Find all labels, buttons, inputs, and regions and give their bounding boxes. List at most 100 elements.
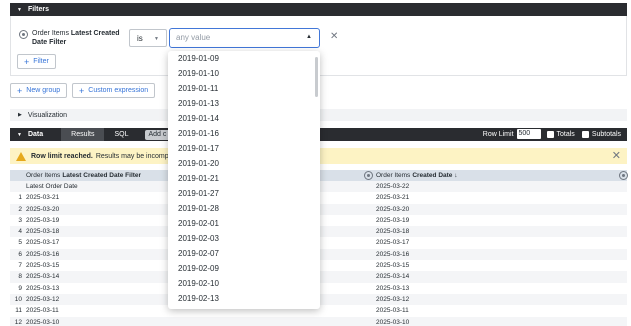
table-cell: 2025-03-17 <box>376 239 410 247</box>
row-number: 8 <box>18 273 22 281</box>
dropdown-option[interactable]: 2019-02-09 <box>168 261 320 276</box>
row-number: 12 <box>14 318 22 326</box>
table-cell: 2025-03-20 <box>26 205 60 213</box>
column-header-created[interactable]: Order Items Created Date ↓ <box>376 170 457 181</box>
row-number: 11 <box>15 307 22 315</box>
row-limit-label: Row Limit <box>482 130 514 138</box>
add-filter-label: Filter <box>33 58 49 65</box>
totals-checkbox[interactable] <box>546 130 554 138</box>
operator-value: is <box>137 34 143 43</box>
column-header-latest[interactable]: Order Items Latest Created Date Filter <box>26 170 141 181</box>
dropdown-option[interactable]: 2019-01-28 <box>168 201 320 216</box>
dropdown-option[interactable]: 2019-02-13 <box>168 291 320 306</box>
table-cell: 2025-03-12 <box>26 295 60 303</box>
collapse-triangle-icon[interactable]: ▼ <box>17 132 22 138</box>
plus-icon: + <box>17 85 23 96</box>
table-cell: 2025-03-21 <box>26 194 60 202</box>
operator-select[interactable]: is ▼ <box>129 29 167 47</box>
dropdown-scrollbar[interactable] <box>315 57 318 97</box>
table-cell: 2025-03-16 <box>26 250 60 258</box>
subtotals-checkbox[interactable] <box>581 130 589 138</box>
row-number <box>10 181 24 192</box>
row-numbers: 1 2 3 4 5 6 7 8 9 10 11 12 13 <box>10 181 24 326</box>
row-number: 5 <box>18 239 22 247</box>
table-cell: 2025-03-11 <box>376 307 409 315</box>
filter-value-placeholder: any value <box>176 33 211 42</box>
dropdown-option[interactable]: 2019-01-09 <box>168 51 320 66</box>
dropdown-option[interactable]: 2019-02-01 <box>168 216 320 231</box>
table-cell: 2025-03-10 <box>26 318 60 326</box>
plus-icon: + <box>79 85 85 96</box>
row-number: 7 <box>18 262 22 270</box>
custom-expression-button[interactable]: + Custom expression <box>72 83 156 98</box>
dropdown-option[interactable]: 2019-02-03 <box>168 231 320 246</box>
table-cell: 2025-03-11 <box>26 307 59 315</box>
data-title: Data <box>27 131 44 138</box>
warning-bold-text: Row limit reached. <box>31 152 93 160</box>
col2-prefix: Order Items <box>376 172 411 179</box>
new-group-label: New group <box>26 87 61 94</box>
dropdown-option[interactable]: 2019-01-10 <box>168 66 320 81</box>
filters-title: Filters <box>27 6 49 13</box>
table-cell: 2025-03-16 <box>376 250 410 258</box>
row-limit-controls: Row Limit 500 Totals Subtotals <box>483 129 621 139</box>
gear-icon[interactable] <box>364 171 373 180</box>
filter-field-label: Order Items Latest Created Date Filter <box>32 29 122 47</box>
table-cell: 2025-03-18 <box>26 228 60 236</box>
collapse-triangle-icon: ▼ <box>17 6 22 13</box>
custom-expression-label: Custom expression <box>88 87 149 94</box>
table-cell: Latest Order Date <box>26 183 78 190</box>
row-number: 2 <box>18 205 22 213</box>
dropdown-option[interactable]: 2019-01-21 <box>168 171 320 186</box>
table-cell: 2025-03-13 <box>26 284 60 292</box>
dropdown-option[interactable]: 2019-01-27 <box>168 186 320 201</box>
tab-sql[interactable]: SQL <box>104 128 138 141</box>
table-cell: 2025-03-14 <box>26 273 60 281</box>
subtotals-label: Subtotals <box>591 130 621 138</box>
col1-prefix: Order Items <box>26 172 61 179</box>
chevron-up-icon: ▲ <box>306 34 312 40</box>
row-number: 9 <box>18 284 22 292</box>
totals-label: Totals <box>556 130 575 138</box>
dropdown-option[interactable]: 2019-02-10 <box>168 276 320 291</box>
table-cell: 2025-03-19 <box>26 216 60 224</box>
close-icon[interactable]: ✕ <box>612 149 621 162</box>
row-number: 3 <box>18 216 22 224</box>
remove-filter-icon[interactable]: ✕ <box>330 31 338 42</box>
table-cell: 2025-03-10 <box>376 318 410 326</box>
dropdown-option[interactable]: 2019-01-13 <box>168 96 320 111</box>
tab-results[interactable]: Results <box>61 128 105 141</box>
dropdown-option[interactable]: 2019-01-11 <box>168 81 320 96</box>
table-cell: 2025-03-15 <box>26 262 60 270</box>
filter-value-dropdown: 2019-01-09 2019-01-10 2019-01-11 2019-01… <box>168 51 320 309</box>
row-limit-input[interactable]: 500 <box>516 129 541 139</box>
table-cell: 2025-03-19 <box>376 216 410 224</box>
row-number: 10 <box>14 295 22 303</box>
column-latest-values: Latest Order Date 2025-03-21 2025-03-20 … <box>26 181 78 326</box>
row-number: 6 <box>18 250 22 258</box>
table-cell: 2025-03-13 <box>376 284 410 292</box>
row-number: 1 <box>18 194 22 202</box>
add-calculation-button[interactable]: Add c <box>144 129 171 140</box>
gear-icon[interactable] <box>19 30 28 39</box>
dropdown-option[interactable]: 2019-01-17 <box>168 141 320 156</box>
table-cell: 2025-03-20 <box>376 205 410 213</box>
dropdown-option[interactable]: 2019-02-07 <box>168 246 320 261</box>
dropdown-option[interactable]: 2019-01-16 <box>168 126 320 141</box>
plus-icon: + <box>24 56 30 67</box>
dropdown-option[interactable]: 2019-01-20 <box>168 156 320 171</box>
filter-value-input[interactable]: any value ▲ <box>169 28 320 48</box>
table-cell: 2025-03-18 <box>376 228 410 236</box>
table-cell: 2025-03-22 <box>376 183 410 190</box>
filters-bar[interactable]: ▼ Filters <box>10 3 627 16</box>
col1-field: Latest Created Date Filter <box>62 172 142 179</box>
dropdown-option[interactable]: 2019-01-14 <box>168 111 320 126</box>
filter-label-prefix: Order Items <box>32 30 71 37</box>
new-group-button[interactable]: + New group <box>10 83 68 98</box>
add-filter-button[interactable]: + Filter <box>17 54 56 69</box>
table-cell: 2025-03-21 <box>376 194 410 202</box>
col2-field: Created Date ↓ <box>412 172 458 179</box>
gear-icon[interactable] <box>619 171 628 180</box>
table-cell: 2025-03-15 <box>376 262 410 270</box>
row-number: 4 <box>18 228 22 236</box>
